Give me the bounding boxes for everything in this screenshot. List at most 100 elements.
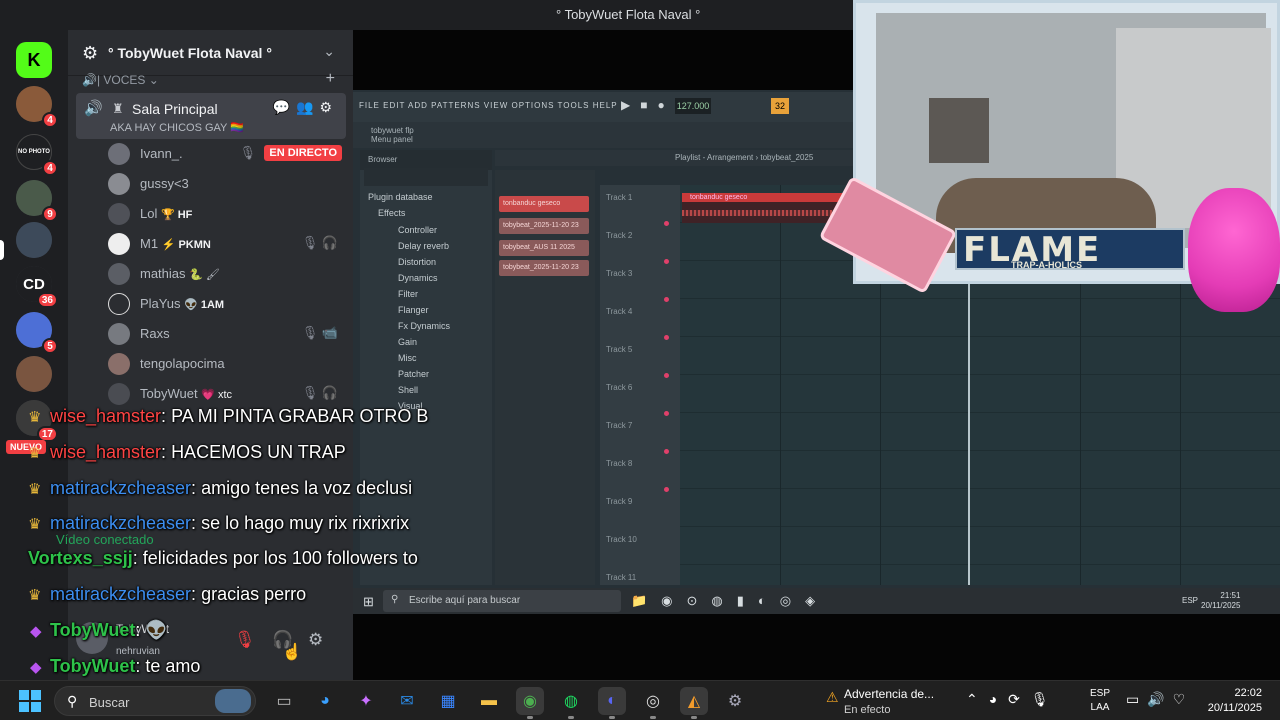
language-indicator[interactable]: ESP LAA bbox=[1090, 687, 1110, 715]
stream-lang: ESP bbox=[1182, 596, 1199, 605]
browser-item[interactable]: Filter bbox=[398, 289, 418, 299]
mute-button[interactable]: 🎙 bbox=[234, 630, 256, 650]
fl-studio-icon[interactable]: ◭ bbox=[680, 687, 708, 719]
channel-actions[interactable]: 💬👥⚙ bbox=[273, 99, 338, 116]
voice-user[interactable]: Ivann_. 🎙 EN DIRECTO bbox=[108, 142, 348, 166]
server-7[interactable]: 5 bbox=[16, 312, 58, 354]
voice-user-name: TobyWuet 💗 xtc bbox=[140, 386, 233, 401]
file-explorer-icon[interactable]: ▬ bbox=[475, 687, 503, 715]
windows-logo-tile bbox=[31, 702, 41, 712]
browser-item[interactable]: Dynamics bbox=[398, 273, 438, 283]
fl-menu-items[interactable]: FILE EDIT ADD PATTERNS VIEW OPTIONS TOOL… bbox=[359, 101, 618, 110]
server-cd[interactable]: CD 36 bbox=[16, 266, 58, 308]
category-voces[interactable]: 🔊| VOCES ⌄ bbox=[82, 73, 159, 87]
browser-item[interactable]: Misc bbox=[398, 353, 417, 363]
transport-icons[interactable]: ▶■● bbox=[621, 98, 675, 112]
server-3[interactable]: NO PHOTO 4 bbox=[16, 134, 58, 176]
spotify-icon[interactable]: ◍ bbox=[557, 687, 585, 719]
user-settings-button[interactable]: ⚙ bbox=[308, 630, 323, 650]
gem-icon: ◆ bbox=[30, 659, 42, 676]
voice-user[interactable]: Lol 🏆 HF bbox=[108, 202, 348, 226]
track-label[interactable]: Track 5 bbox=[606, 345, 632, 354]
browser-item[interactable]: Fx Dynamics bbox=[398, 321, 450, 331]
track-label[interactable]: Track 10 bbox=[606, 535, 637, 544]
browser-item[interactable]: Gain bbox=[398, 337, 417, 347]
fl-tempo[interactable]: 127.000 bbox=[675, 98, 711, 114]
browser-item[interactable]: Shell bbox=[398, 385, 418, 395]
track-headers: Track 1 Track 2 Track 3 Track 4 Track 5 … bbox=[600, 185, 680, 585]
voice-user[interactable]: Raxs 🎙 📹 bbox=[108, 322, 348, 346]
server-settings-icon[interactable]: ⚙ bbox=[82, 43, 98, 64]
discord-icon[interactable]: ◐ bbox=[598, 687, 626, 719]
edge-icon[interactable]: ◕ bbox=[311, 687, 339, 715]
taskbar-clock[interactable]: 22:02 20/11/2025 bbox=[1200, 686, 1262, 716]
taskbar-search[interactable]: ⚲ Buscar bbox=[54, 686, 256, 716]
voice-user[interactable]: tengolapocima bbox=[108, 352, 348, 376]
clip-item[interactable]: tonbanduc geseco bbox=[499, 196, 589, 212]
network-volume-battery-icons[interactable]: ▭🔊♡ bbox=[1126, 691, 1193, 708]
track-label[interactable]: Track 11 bbox=[606, 573, 636, 582]
server-kick[interactable]: K bbox=[16, 42, 52, 78]
server-4[interactable]: 9 bbox=[16, 180, 58, 222]
fl-pattern[interactable]: 32 bbox=[771, 98, 789, 114]
browser-item[interactable]: Controller bbox=[398, 225, 437, 235]
outlook-icon[interactable]: ✉ bbox=[393, 687, 421, 715]
server-header[interactable]: ⚙ ° TobyWuet Flota Naval ° ⌄ bbox=[68, 30, 353, 76]
browser-item[interactable]: Distortion bbox=[398, 257, 436, 267]
fl-hint: tobywuet flp Menu panel bbox=[371, 126, 414, 144]
selected-server-pill bbox=[0, 240, 4, 260]
voice-user[interactable]: TobyWuet 💗 xtc 🎙 🎧 bbox=[108, 382, 348, 406]
chevron-down-icon[interactable]: ⌄ bbox=[323, 43, 335, 60]
track-label[interactable]: Track 7 bbox=[606, 421, 632, 430]
store-icon[interactable]: ▦ bbox=[434, 687, 462, 715]
track-label[interactable]: Track 9 bbox=[606, 497, 632, 506]
muted-camera-icon: 🎙 📹 bbox=[301, 325, 338, 340]
track-label[interactable]: Track 1 bbox=[606, 193, 632, 202]
avatar bbox=[108, 173, 130, 195]
voice-user[interactable]: gussy<3 bbox=[108, 172, 348, 196]
chrome-icon[interactable]: ◉ bbox=[516, 687, 544, 719]
chat-message: wise_hamster: PA MI PINTA GRABAR OTRO B bbox=[50, 406, 429, 426]
browser-item[interactable]: Flanger bbox=[398, 305, 429, 315]
clip-item[interactable]: tobybeat_2025-11-20 23 bbox=[499, 218, 589, 234]
copilot-icon[interactable]: ✦ bbox=[352, 687, 380, 715]
clip-item[interactable]: tobybeat_AUS 11 2025 bbox=[499, 240, 589, 256]
server-2[interactable]: 4 bbox=[16, 86, 58, 128]
start-button[interactable] bbox=[19, 690, 41, 712]
system-tray-icons[interactable]: ⌃◕⟳🎙 bbox=[966, 691, 1060, 708]
add-channel-icon[interactable]: + bbox=[326, 70, 335, 88]
chat-message: matirackzcheaser: se lo hago muy rix rix… bbox=[50, 513, 410, 533]
track-label[interactable]: Track 2 bbox=[606, 231, 632, 240]
voice-user[interactable]: M1 ⚡ PKMN 🎙 🎧 bbox=[108, 232, 348, 256]
track-label[interactable]: Track 6 bbox=[606, 383, 632, 392]
server-5[interactable] bbox=[16, 222, 52, 258]
track-label[interactable]: Track 4 bbox=[606, 307, 632, 316]
track-label[interactable]: Track 3 bbox=[606, 269, 632, 278]
settings-icon[interactable]: ⚙ bbox=[721, 687, 749, 715]
audio-clip-title: tonbanduc geseco bbox=[682, 193, 854, 202]
browser-toolbar bbox=[364, 168, 488, 186]
chat-message: TobyWuet: te amo bbox=[50, 656, 201, 676]
voice-user[interactable]: mathias 🐍 🖌 bbox=[108, 262, 348, 286]
playlist-header: Playlist - Arrangement › tobybeat_2025 bbox=[495, 150, 855, 166]
windows-logo-tile bbox=[19, 690, 29, 700]
playlist-title: Playlist - Arrangement › tobybeat_2025 bbox=[675, 153, 814, 162]
server-icon bbox=[16, 356, 52, 392]
browser-item[interactable]: Effects bbox=[378, 208, 405, 218]
clip-item[interactable]: tobybeat_2025-11-20 23 bbox=[499, 260, 589, 276]
server-8[interactable] bbox=[16, 356, 52, 392]
track-dot bbox=[664, 487, 669, 492]
voice-channel-sala-principal[interactable]: 🔊 ♜ Sala Principal AKA HAY CHICOS GAY 🏳️… bbox=[76, 93, 346, 139]
track-label[interactable]: Track 8 bbox=[606, 459, 632, 468]
search-highlight-icon bbox=[215, 689, 251, 713]
browser-item[interactable]: Patcher bbox=[398, 369, 429, 379]
voice-user[interactable]: PlaYus 👽 1AM bbox=[108, 292, 348, 316]
browser-item[interactable]: Delay reverb bbox=[398, 241, 449, 251]
mute-icon: 🎙 bbox=[239, 145, 256, 160]
playhead[interactable] bbox=[968, 280, 970, 585]
browser-item[interactable]: Plugin database bbox=[368, 192, 433, 202]
crown-icon: ♛ bbox=[28, 516, 42, 533]
track-dot bbox=[664, 449, 669, 454]
task-view-icon[interactable]: ▭ bbox=[270, 687, 298, 715]
obs-icon[interactable]: ◎ bbox=[639, 687, 667, 719]
